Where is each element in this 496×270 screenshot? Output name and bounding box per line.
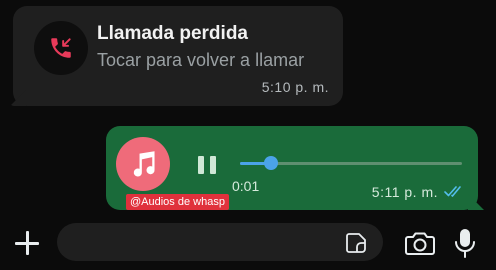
missed-call-icon: [34, 21, 88, 75]
audio-progress-handle[interactable]: [264, 156, 279, 170]
sticker-icon[interactable]: [344, 231, 368, 255]
bubble-tail: [468, 194, 484, 210]
missed-call-subtitle: Tocar para volver a llamar: [97, 50, 305, 70]
watermark-label: @Audios de whasp: [126, 194, 229, 210]
camera-icon[interactable]: [404, 230, 436, 256]
missed-call-title: Llamada perdida: [97, 23, 248, 44]
composer-bar: [0, 214, 496, 270]
message-timestamp: 5:10 p. m.: [261, 79, 329, 95]
plus-icon[interactable]: [14, 230, 40, 256]
bubble-tail: [10, 90, 26, 106]
microphone-icon[interactable]: [454, 227, 476, 259]
message-timestamp: 5:11 p. m.: [371, 184, 438, 200]
missed-call-bubble[interactable]: Llamada perdida Tocar para volver a llam…: [10, 6, 343, 106]
double-check-icon: [444, 184, 464, 203]
message-input[interactable]: [57, 223, 383, 261]
music-note-icon: [116, 137, 170, 191]
audio-progress-slider[interactable]: [240, 156, 462, 170]
pause-icon[interactable]: [198, 156, 222, 176]
audio-elapsed-time: 0:01: [232, 178, 260, 194]
